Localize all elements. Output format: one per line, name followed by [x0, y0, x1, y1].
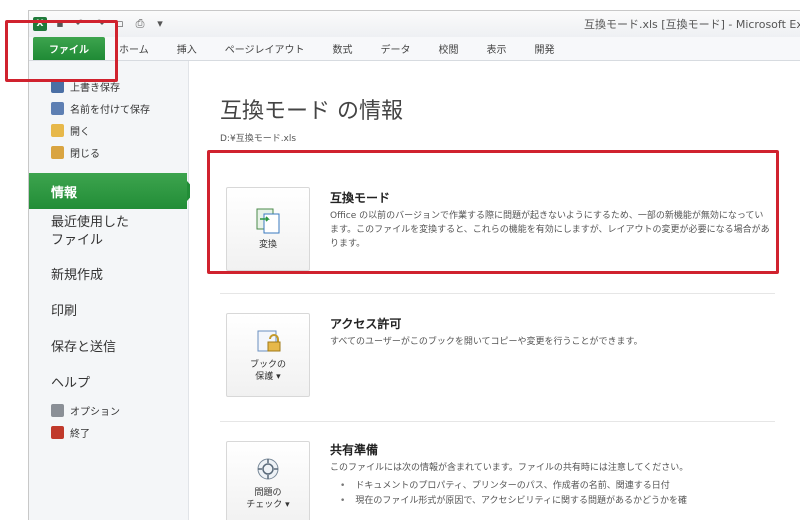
prepare-title: 共有準備: [330, 443, 379, 457]
prepare-description: このファイルには次の情報が含まれています。ファイルの共有時には注意してください。: [330, 463, 689, 473]
nav-open[interactable]: 開く: [29, 119, 188, 141]
prepare-bullet-list: ドキュメントのプロパティ、プリンターのパス、作成者の名前、関連する日付 現在のフ…: [340, 479, 770, 509]
check-issues-button[interactable]: 問題の チェック ▾: [226, 441, 310, 520]
permission-section: ブックの 保護 ▾ アクセス許可 すべてのユーザーがこのブックを開いてコピーや変…: [220, 301, 780, 411]
page-title: 互換モード の情報: [220, 99, 403, 124]
list-item: ドキュメントのプロパティ、プリンターのパス、作成者の名前、関連する日付: [340, 479, 770, 494]
nav-save-as[interactable]: 名前を付けて保存: [29, 97, 188, 119]
protect-label-line2: 保護 ▾: [255, 372, 281, 382]
tab-review[interactable]: 校閲: [425, 37, 473, 60]
annotation-box-compat-mode: [207, 150, 779, 274]
divider: [220, 293, 775, 294]
divider: [220, 421, 775, 422]
prepare-section: 問題の チェック ▾ 共有準備 このファイルには次の情報が含まれています。ファイ…: [220, 429, 780, 520]
check-issues-icon: [257, 458, 279, 480]
nav-close-label: 閉じる: [70, 148, 100, 160]
options-icon: [51, 403, 64, 417]
nav-save-as-label: 名前を付けて保存: [70, 104, 150, 116]
tab-page-layout[interactable]: ページレイアウト: [211, 37, 319, 60]
nav-new[interactable]: 新規作成: [29, 255, 188, 291]
check-label-line1: 問題の: [254, 488, 282, 498]
nav-recent-label: 最近使用した ファイル: [51, 214, 129, 250]
folder-close-icon: [51, 145, 64, 159]
backstage-nav: 上書き保存 名前を付けて保存 開く 閉じる 情報 最近使用した ファイル 新規作…: [29, 61, 196, 520]
nav-help[interactable]: ヘルプ: [29, 363, 188, 399]
customize-qat-icon[interactable]: ▾: [153, 17, 167, 31]
window-title: 互換モード.xls [互換モード] - Microsoft Excel: [584, 18, 800, 31]
save-as-icon: [51, 101, 64, 115]
check-label-line2: チェック ▾: [246, 500, 290, 510]
nav-recent-line2: ファイル: [51, 233, 104, 248]
protect-workbook-label: ブックの 保護 ▾: [250, 359, 286, 383]
nav-options[interactable]: オプション: [29, 399, 188, 421]
protect-workbook-button[interactable]: ブックの 保護 ▾: [226, 313, 310, 397]
ribbon-tabs: ファイル ホーム 挿入 ページレイアウト 数式 データ 校閲 表示 開発: [29, 37, 800, 61]
title-bar: X ▪ ↶ ↷ ▫ ⎙ ▾ 互換モード.xls [互換モード] - Micros…: [29, 11, 800, 37]
list-item: 現在のファイル形式が原因で、アクセシビリティに関する問題があるかどうかを確: [340, 494, 770, 509]
tab-formulas[interactable]: 数式: [319, 37, 367, 60]
tab-insert[interactable]: 挿入: [163, 37, 211, 60]
nav-close[interactable]: 閉じる: [29, 141, 188, 163]
nav-save-send[interactable]: 保存と送信: [29, 327, 188, 363]
nav-options-label: オプション: [70, 406, 120, 418]
file-path: D:¥互換モード.xls: [220, 134, 297, 144]
permission-description: すべてのユーザーがこのブックを開いてコピーや変更を行うことができます。: [330, 337, 643, 347]
annotation-box-file-tab: [5, 20, 118, 82]
tab-view[interactable]: 表示: [473, 37, 521, 60]
nav-recent-line1: 最近使用した: [51, 215, 130, 230]
check-issues-label: 問題の チェック ▾: [246, 487, 289, 511]
nav-recent[interactable]: 最近使用した ファイル: [29, 209, 188, 255]
tab-developer[interactable]: 開発: [521, 37, 569, 60]
tab-data[interactable]: データ: [367, 37, 425, 60]
nav-info[interactable]: 情報: [29, 173, 196, 209]
nav-exit[interactable]: 終了: [29, 421, 188, 443]
protect-workbook-icon: [257, 330, 281, 352]
nav-print[interactable]: 印刷: [29, 291, 188, 327]
folder-open-icon: [51, 123, 64, 137]
exit-icon: [51, 425, 64, 439]
permission-title: アクセス許可: [330, 317, 402, 331]
info-pane: 互換モード の情報 D:¥互換モード.xls 変換 互換モード Office の…: [190, 61, 800, 520]
nav-open-label: 開く: [70, 126, 90, 138]
print-icon[interactable]: ⎙: [133, 17, 147, 31]
protect-label-line1: ブックの: [249, 360, 286, 370]
nav-exit-label: 終了: [70, 428, 90, 440]
